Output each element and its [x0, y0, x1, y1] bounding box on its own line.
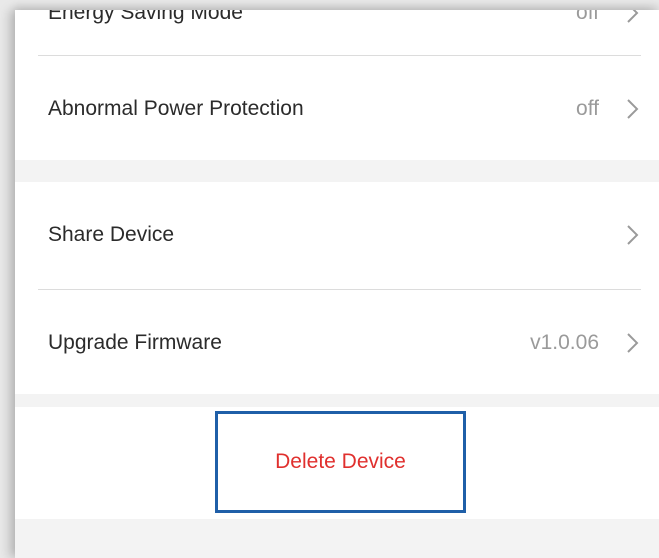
power-settings-group: Energy Saving Mode off Abnormal Power Pr… — [15, 10, 659, 160]
upgrade-firmware-label: Upgrade Firmware — [48, 331, 222, 354]
abnormal-power-protection-value: off — [576, 97, 599, 120]
firmware-version-value: v1.0.06 — [530, 331, 599, 354]
chevron-right-icon — [627, 333, 639, 353]
energy-saving-mode-label: Energy Saving Mode — [48, 10, 243, 24]
delete-device-button[interactable]: Delete Device — [215, 411, 466, 513]
share-device-label: Share Device — [48, 223, 175, 246]
abnormal-power-protection-label: Abnormal Power Protection — [48, 97, 304, 120]
energy-saving-mode-value: off — [576, 10, 599, 24]
chevron-right-icon — [627, 10, 639, 23]
device-management-group: Share Device Upgrade Firmware v1.0.06 — [15, 182, 659, 394]
device-settings-screen: Energy Saving Mode off Abnormal Power Pr… — [15, 10, 659, 558]
delete-device-group: Delete Device — [15, 407, 659, 519]
delete-device-label: Delete Device — [275, 450, 406, 473]
chevron-right-icon — [627, 225, 639, 245]
chevron-right-icon — [627, 99, 639, 119]
upgrade-firmware-row[interactable]: Upgrade Firmware v1.0.06 — [15, 290, 659, 396]
abnormal-power-protection-row[interactable]: Abnormal Power Protection off — [15, 56, 659, 162]
share-device-row[interactable]: Share Device — [15, 182, 659, 288]
